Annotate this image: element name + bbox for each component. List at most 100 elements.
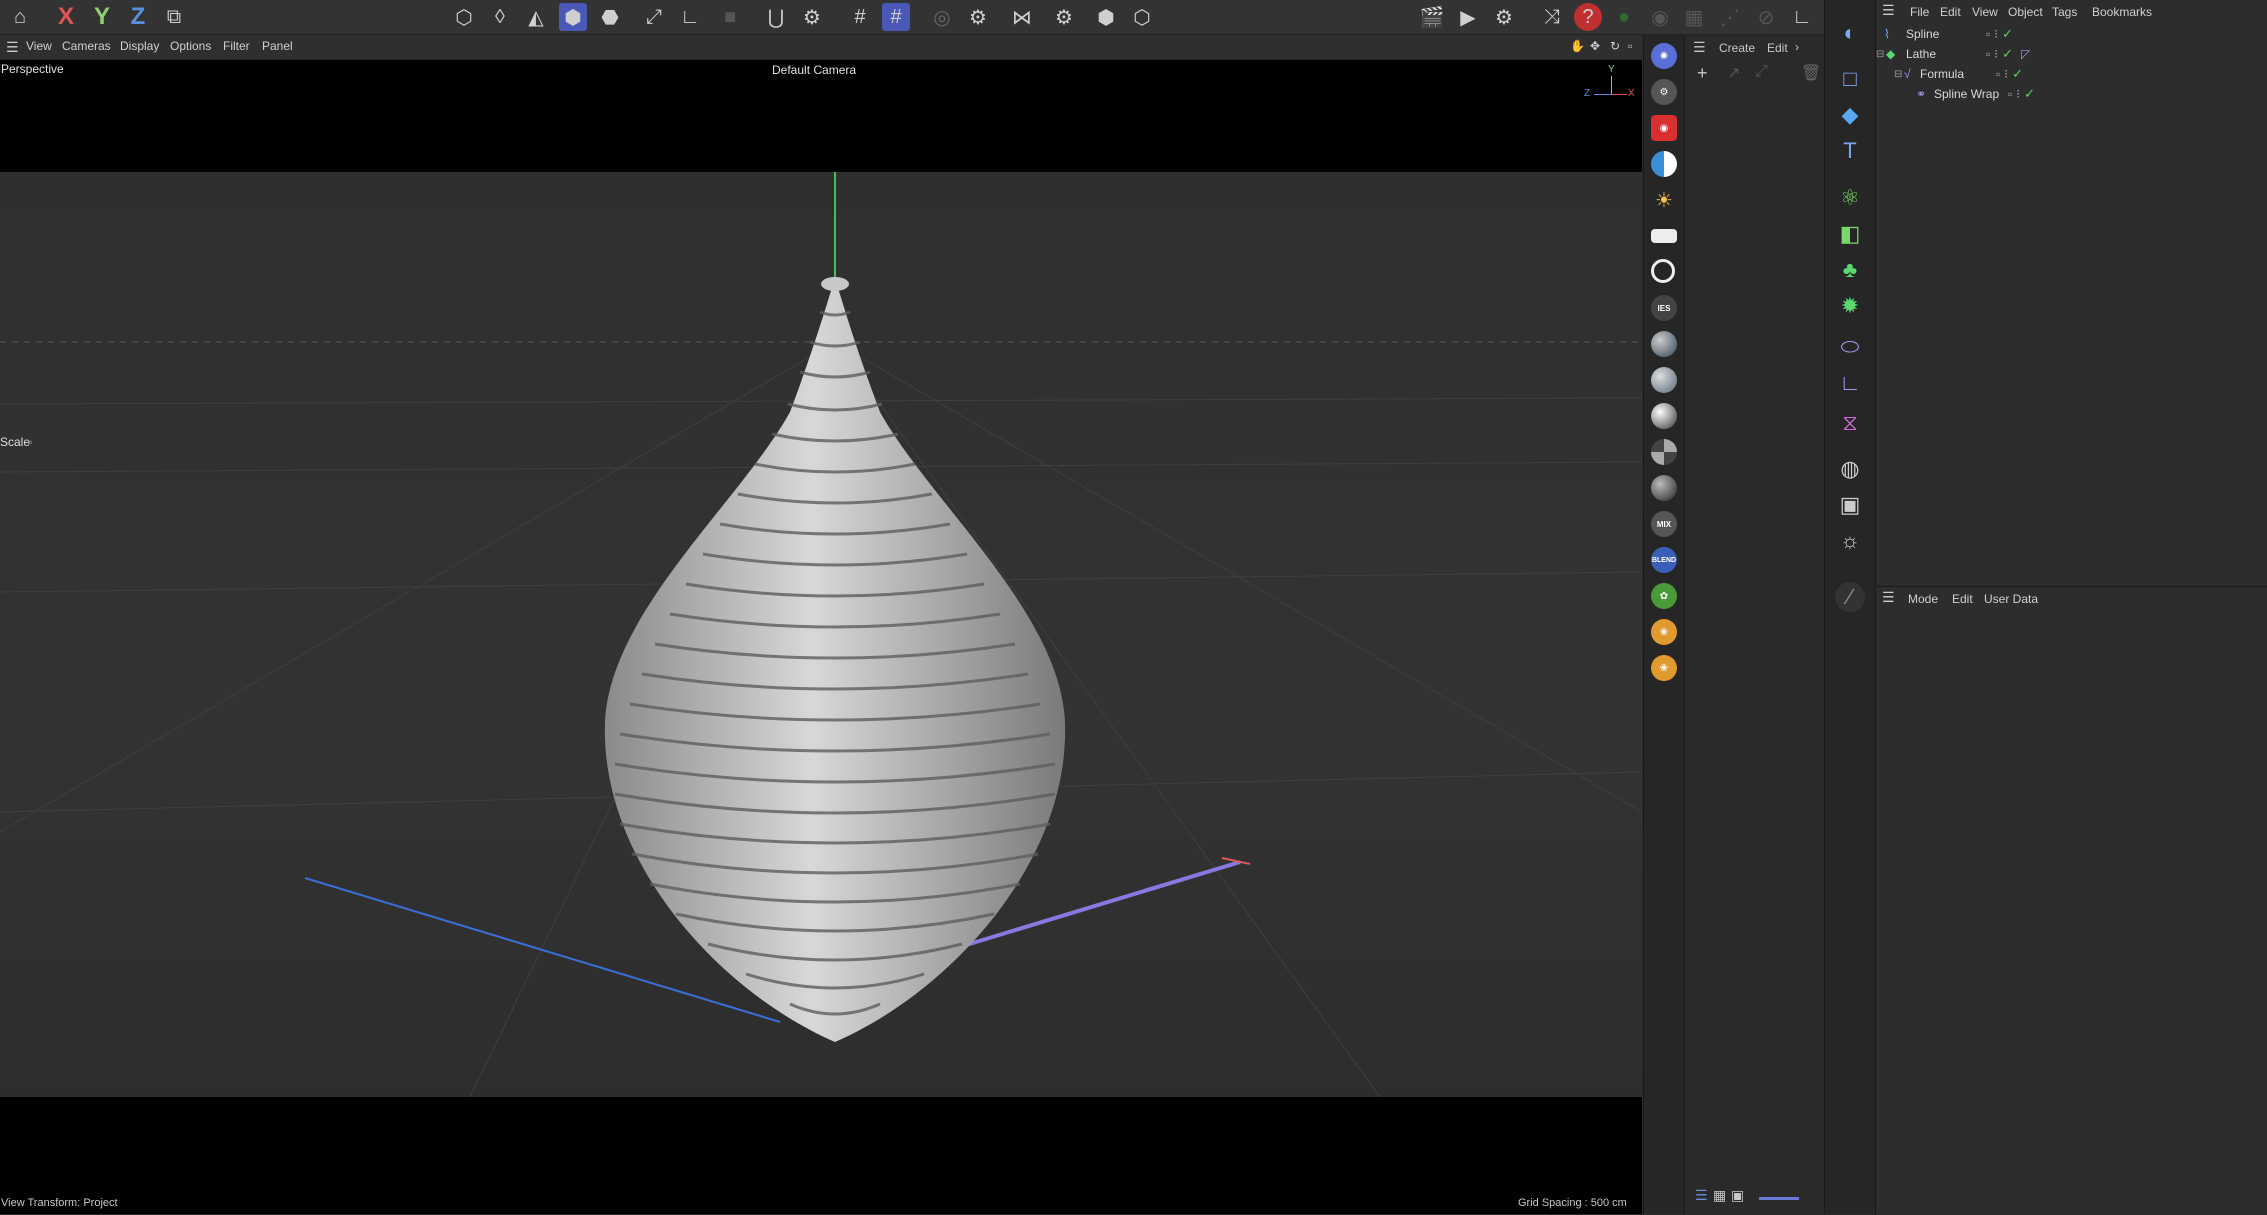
tool-info-icon[interactable]: ▫ bbox=[28, 435, 32, 449]
create-hamburger-icon[interactable]: ☰ bbox=[1693, 39, 1706, 56]
menu-filter[interactable]: Filter bbox=[223, 39, 250, 53]
add-icon[interactable]: + bbox=[1697, 63, 1708, 84]
list-view-icon[interactable]: ☰ bbox=[1695, 1187, 1708, 1204]
extrude-icon[interactable]: ◧ bbox=[1835, 219, 1865, 249]
3d-viewport[interactable]: Perspective Default Camera Scale ▫ Y Z X bbox=[0, 60, 1642, 1194]
model-mode-icon[interactable]: ⬡ bbox=[450, 3, 478, 31]
layout-icon[interactable]: ▦ bbox=[1680, 3, 1708, 31]
cube-icon[interactable]: ◆ bbox=[1835, 100, 1865, 130]
blend-icon[interactable]: BLEND bbox=[1651, 547, 1677, 573]
point-mode-icon[interactable]: ⬣ bbox=[596, 3, 624, 31]
camera-tool-icon[interactable]: ▣ bbox=[1835, 490, 1865, 520]
grid-view-icon[interactable]: ▦ bbox=[1713, 1187, 1726, 1204]
text-icon[interactable]: T bbox=[1835, 136, 1865, 166]
pin-icon[interactable]: ∟ bbox=[1788, 3, 1816, 31]
object-mode-icon[interactable]: ◭ bbox=[522, 3, 550, 31]
am-menu-edit[interactable]: Edit bbox=[1952, 592, 1973, 606]
interactive-render-icon[interactable]: ⬢ bbox=[1092, 3, 1120, 31]
visibility-dots-icon[interactable]: ⁝ bbox=[1994, 27, 1998, 41]
tree-icon[interactable]: ✿ bbox=[1651, 583, 1677, 609]
expand-icon[interactable]: ⤢ bbox=[1755, 63, 1768, 81]
scale-tool-icon[interactable]: ∟ bbox=[676, 3, 704, 31]
menu-display[interactable]: Display bbox=[120, 39, 159, 53]
area-light-icon[interactable] bbox=[1651, 229, 1677, 243]
render-region-icon[interactable]: ⬡ bbox=[1128, 3, 1156, 31]
create-menu[interactable]: Create bbox=[1719, 41, 1755, 55]
link-icon[interactable]: ↗ bbox=[1727, 63, 1740, 83]
enabled-check-icon[interactable]: ✓ bbox=[2024, 86, 2035, 102]
rectangle-spline-icon[interactable]: □ bbox=[1835, 64, 1865, 94]
object-row-spline-wrap[interactable]: ⚭ Spline Wrap ▫ ⁝ ✓ bbox=[1916, 85, 2266, 103]
phong-tag-icon[interactable]: ◸ bbox=[2021, 47, 2030, 61]
shuffle-icon[interactable]: ⤨ bbox=[1538, 3, 1566, 31]
collapse-toggle-icon[interactable]: ⊟ bbox=[1876, 49, 1886, 60]
gear-icon[interactable]: ⚙ bbox=[1651, 79, 1677, 105]
pan-icon[interactable]: ✋ bbox=[1570, 39, 1585, 53]
more-chevron-icon[interactable]: › bbox=[1795, 40, 1799, 54]
delete-icon[interactable]: 🗑 bbox=[1801, 63, 1821, 83]
ies-icon[interactable]: IES bbox=[1651, 295, 1677, 321]
enabled-check-icon[interactable]: ✓ bbox=[2002, 46, 2013, 62]
x-axis-toggle[interactable]: X bbox=[52, 3, 80, 31]
snap-settings-icon[interactable]: ⚙ bbox=[798, 3, 826, 31]
menu-options[interactable]: Options bbox=[170, 39, 211, 53]
layer-toggle-icon[interactable]: ▫ bbox=[2008, 87, 2012, 101]
undo-icon[interactable]: ⌂ bbox=[6, 3, 34, 31]
camera-label[interactable]: Default Camera bbox=[772, 63, 856, 77]
enabled-check-icon[interactable]: ✓ bbox=[2002, 26, 2013, 42]
snap-icon[interactable]: ⋃ bbox=[762, 3, 790, 31]
redshift-logo-icon[interactable]: ✺ bbox=[1651, 43, 1677, 69]
collapse-toggle-icon[interactable]: ⊟ bbox=[1894, 69, 1904, 80]
large-view-icon[interactable]: ▣ bbox=[1731, 1187, 1744, 1204]
scene-icon[interactable]: ◍ bbox=[1835, 454, 1865, 484]
om-menu-view[interactable]: View bbox=[1972, 5, 1998, 19]
settings-icon[interactable]: ⚙ bbox=[964, 3, 992, 31]
z-axis-toggle[interactable]: Z bbox=[124, 3, 152, 31]
dot-icon[interactable]: ● bbox=[1610, 3, 1638, 31]
dome-light-icon[interactable] bbox=[1651, 151, 1677, 177]
toon-material-icon[interactable] bbox=[1651, 475, 1677, 501]
menu-view[interactable]: View bbox=[26, 39, 52, 53]
sun-icon[interactable]: ☀ bbox=[1651, 187, 1677, 213]
om-menu-edit[interactable]: Edit bbox=[1940, 5, 1961, 19]
object-row-lathe[interactable]: ⊟ ◆ Lathe ▫ ⁝ ✓ ◸ bbox=[1876, 45, 2256, 63]
texture-mode-icon[interactable]: ◊ bbox=[486, 3, 514, 31]
menu-cameras[interactable]: Cameras bbox=[62, 39, 111, 53]
dolly-icon[interactable]: ✥ bbox=[1590, 39, 1600, 53]
puffs-alt-icon[interactable]: ❀ bbox=[1651, 655, 1677, 681]
chrome-material-icon[interactable] bbox=[1651, 403, 1677, 429]
rotate-view-icon[interactable]: ↻ bbox=[1610, 39, 1620, 53]
eye-icon[interactable]: ◉ bbox=[1646, 3, 1674, 31]
spline-wrap-icon[interactable]: ⧖ bbox=[1835, 408, 1865, 438]
am-menu-mode[interactable]: Mode bbox=[1908, 592, 1938, 606]
layer-toggle-icon[interactable]: ▫ bbox=[1986, 27, 1990, 41]
sphere-primitive-icon[interactable]: ◐ bbox=[1835, 18, 1865, 48]
visibility-dots-icon[interactable]: ⁝ bbox=[2004, 67, 2008, 81]
symmetry-icon[interactable]: ⋈ bbox=[1008, 3, 1036, 31]
no-entry-icon[interactable]: ⊘ bbox=[1752, 3, 1780, 31]
deformer-icon[interactable]: ⬭ bbox=[1835, 332, 1865, 362]
target-icon[interactable] bbox=[1651, 259, 1675, 283]
disabled-icon[interactable]: ⋰ bbox=[1716, 3, 1744, 31]
om-menu-tags[interactable]: Tags bbox=[2052, 5, 2077, 19]
enabled-check-icon[interactable]: ✓ bbox=[2012, 66, 2023, 82]
live-selection-icon[interactable]: ■ bbox=[716, 3, 744, 31]
sphere-material-icon[interactable] bbox=[1651, 331, 1677, 357]
render-view-icon[interactable]: 🎬 bbox=[1418, 3, 1446, 31]
mograph-icon[interactable]: ♣ bbox=[1835, 255, 1865, 285]
move-tool-icon[interactable]: ⤢ bbox=[640, 3, 668, 31]
brush-icon[interactable]: ∕ bbox=[1835, 582, 1865, 612]
layer-toggle-icon[interactable]: ▫ bbox=[1986, 47, 1990, 61]
mix-icon[interactable]: MIX bbox=[1651, 511, 1677, 537]
puffs-icon[interactable]: ❀ bbox=[1651, 619, 1677, 645]
render-settings-icon[interactable]: ⚙ bbox=[1490, 3, 1518, 31]
polygon-mode-icon[interactable]: ⬢ bbox=[559, 3, 587, 31]
cloner-icon[interactable]: ⚛ bbox=[1835, 183, 1865, 213]
help-icon[interactable]: ? bbox=[1574, 3, 1602, 31]
quantize-icon[interactable]: ◎ bbox=[928, 3, 956, 31]
maximize-view-icon[interactable]: ▫ bbox=[1628, 39, 1632, 53]
checker-material-icon[interactable] bbox=[1651, 439, 1677, 465]
am-menu-user-data[interactable]: User Data bbox=[1984, 592, 2038, 606]
grid-icon[interactable]: # bbox=[846, 3, 874, 31]
object-row-spline[interactable]: ⌇ Spline ▫ ⁝ ✓ bbox=[1884, 25, 2264, 43]
